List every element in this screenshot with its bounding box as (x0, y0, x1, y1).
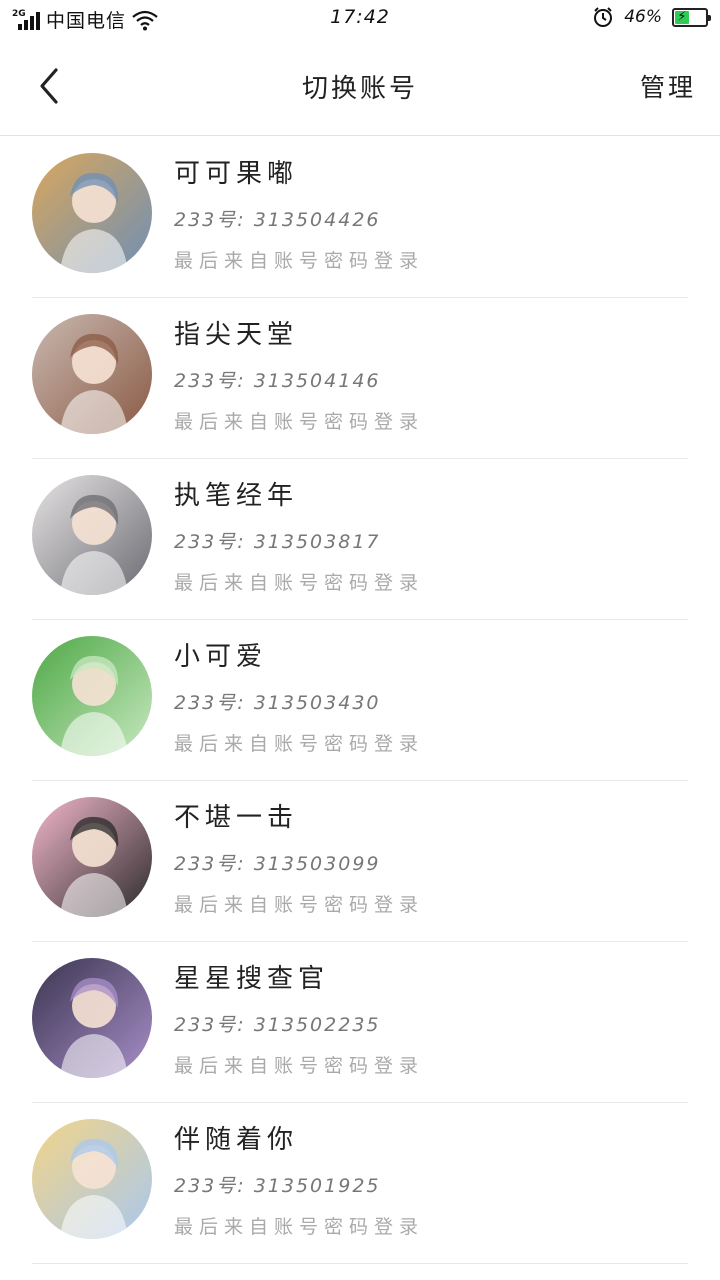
account-id: 233号: 313503430 (174, 692, 381, 714)
battery-percent: 46% (624, 7, 662, 27)
account-row[interactable]: 伴随着你 233号: 313501925 最后来自账号密码登录 (32, 1103, 688, 1264)
account-id: 233号: 313502235 (174, 1014, 381, 1036)
avatar (32, 958, 152, 1078)
account-info: 执笔经年 233号: 313503817 最后来自账号密码登录 (174, 477, 424, 595)
battery-fill: ⚡ (675, 10, 689, 24)
account-id: 233号: 313501925 (174, 1175, 381, 1197)
account-name: 指尖天堂 (174, 320, 299, 350)
account-info: 星星搜查官 233号: 313502235 最后来自账号密码登录 (174, 960, 424, 1078)
account-row[interactable]: 小可爱 233号: 313503430 最后来自账号密码登录 (32, 620, 688, 781)
account-info: 伴随着你 233号: 313501925 最后来自账号密码登录 (174, 1121, 424, 1239)
account-row[interactable]: 不堪一击 233号: 313503099 最后来自账号密码登录 (32, 781, 688, 942)
last-login-method: 最后来自账号密码登录 (174, 250, 425, 272)
account-row[interactable]: 星星搜查官 233号: 313502235 最后来自账号密码登录 (32, 942, 688, 1103)
account-info: 可可果嘟 233号: 313504426 最后来自账号密码登录 (174, 155, 424, 273)
avatar (32, 636, 152, 756)
avatar (32, 153, 152, 273)
status-right: 46% ⚡ (592, 6, 711, 28)
manage-button[interactable]: 管理 (640, 68, 696, 104)
account-row[interactable]: 可可果嘟 233号: 313504426 最后来自账号密码登录 (32, 137, 688, 298)
account-id: 233号: 313504426 (174, 209, 381, 231)
account-row[interactable]: 执笔经年 233号: 313503817 最后来自账号密码登录 (32, 459, 688, 620)
account-id: 233号: 313503099 (174, 853, 381, 875)
account-id: 233号: 313504146 (174, 370, 381, 392)
last-login-method: 最后来自账号密码登录 (174, 894, 425, 916)
account-name: 不堪一击 (174, 803, 299, 833)
account-name: 可可果嘟 (174, 159, 299, 189)
page-title: 切换账号 (301, 74, 418, 104)
last-login-method: 最后来自账号密码登录 (174, 1055, 425, 1077)
status-bar: 2G 中国电信 17:42 46% ⚡ (0, 0, 720, 36)
battery-icon: ⚡ (672, 7, 711, 27)
last-login-method: 最后来自账号密码登录 (174, 411, 425, 433)
avatar (32, 475, 152, 595)
last-login-method: 最后来自账号密码登录 (174, 733, 425, 755)
last-login-method: 最后来自账号密码登录 (174, 572, 425, 594)
avatar (32, 797, 152, 917)
account-row[interactable]: 指尖天堂 233号: 313504146 最后来自账号密码登录 (32, 298, 688, 459)
account-info: 不堪一击 233号: 313503099 最后来自账号密码登录 (174, 799, 424, 917)
account-info: 小可爱 233号: 313503430 最后来自账号密码登录 (174, 638, 424, 756)
account-list: 可可果嘟 233号: 313504426 最后来自账号密码登录 指尖天堂 233 (0, 137, 720, 1264)
nav-bar: 切换账号 管理 (0, 36, 720, 136)
account-name: 星星搜查官 (174, 964, 330, 994)
account-name: 伴随着你 (174, 1125, 299, 1155)
account-info: 指尖天堂 233号: 313504146 最后来自账号密码登录 (174, 316, 424, 434)
last-login-method: 最后来自账号密码登录 (174, 1216, 425, 1238)
avatar (32, 314, 152, 434)
account-name: 执笔经年 (174, 481, 299, 511)
account-id: 233号: 313503817 (174, 531, 381, 553)
account-name: 小可爱 (174, 642, 268, 672)
avatar (32, 1119, 152, 1239)
alarm-icon (594, 7, 613, 27)
